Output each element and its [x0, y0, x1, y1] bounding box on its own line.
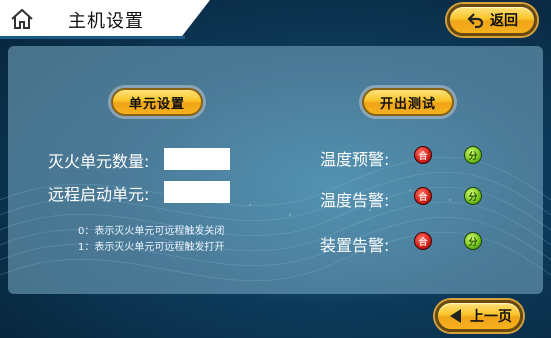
extinguisher-count-input[interactable]	[164, 148, 230, 170]
output-test-label: 开出测试	[379, 96, 436, 112]
temp-prewarning-off-button[interactable]: 分	[464, 146, 482, 164]
temp-alarm-label: 温度告警:	[320, 191, 390, 210]
device-alarm-on-button[interactable]: 合	[414, 232, 432, 250]
back-button-label: 返回	[490, 13, 518, 29]
back-button[interactable]: 返回	[447, 4, 537, 36]
unit-settings-label: 单元设置	[128, 96, 185, 112]
device-alarm-label: 装置告警:	[320, 236, 390, 255]
remote-start-input[interactable]	[164, 181, 230, 203]
title-bar-stripe	[0, 36, 185, 39]
device-alarm-off-button[interactable]: 分	[464, 232, 482, 250]
home-icon[interactable]	[8, 5, 36, 33]
temp-prewarning-on-button[interactable]: 合	[414, 146, 432, 164]
note-line-1: 1：表示灭火单元可远程触发打开	[78, 242, 225, 253]
temp-alarm-on-button[interactable]: 合	[414, 187, 432, 205]
extinguisher-count-label: 灭火单元数量:	[48, 152, 150, 171]
remote-start-label: 远程启动单元:	[48, 185, 150, 204]
back-arrow-icon	[467, 13, 484, 29]
prev-page-button[interactable]: 上一页	[435, 300, 523, 332]
temp-alarm-off-button[interactable]: 分	[464, 187, 482, 205]
unit-settings-button[interactable]: 单元设置	[111, 88, 203, 116]
note-line-0: 0：表示灭火单元可远程触发关闭	[78, 226, 225, 237]
temp-prewarning-label: 温度预警:	[320, 150, 390, 169]
page-title: 主机设置	[68, 11, 144, 32]
left-triangle-icon	[450, 309, 461, 323]
prev-page-label: 上一页	[470, 309, 512, 325]
output-test-button[interactable]: 开出测试	[362, 88, 454, 116]
